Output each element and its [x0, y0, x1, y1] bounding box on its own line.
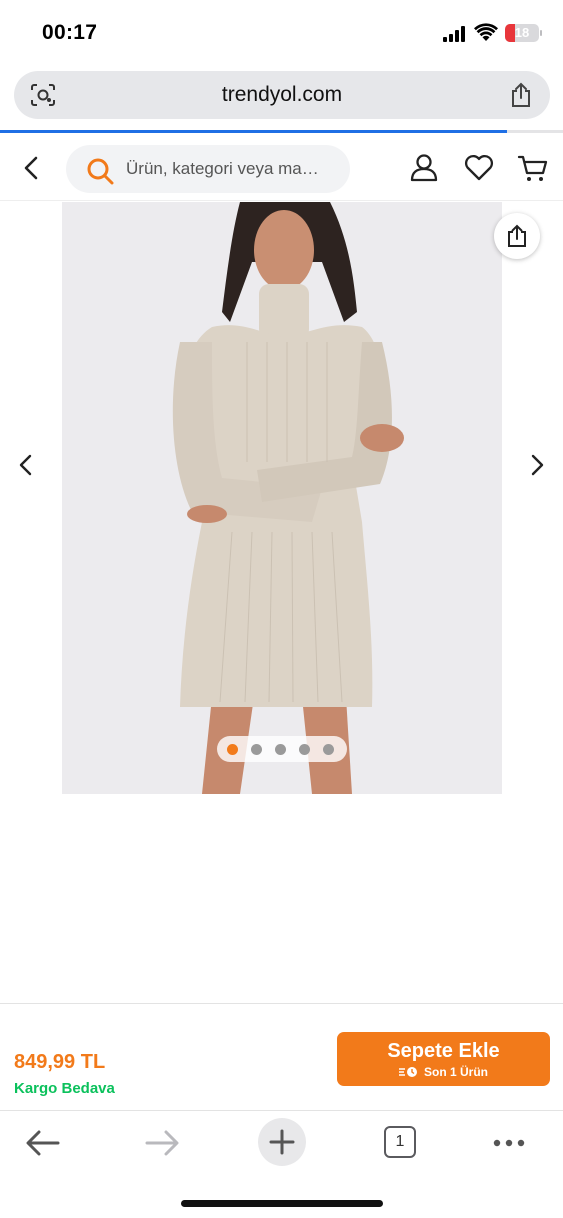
back-arrow-icon[interactable] — [18, 1124, 68, 1174]
search-icon — [87, 158, 114, 185]
gallery-dot[interactable] — [299, 744, 310, 755]
product-share-button[interactable] — [494, 213, 540, 259]
tabs-button[interactable]: 1 — [384, 1126, 416, 1158]
add-to-cart-label: Sepete Ekle — [387, 1040, 500, 1062]
stock-note: Son 1 Ürün — [337, 1065, 550, 1079]
product-price: 849,99 TL — [14, 1051, 106, 1073]
new-tab-button[interactable] — [258, 1118, 306, 1166]
gallery-dot[interactable] — [227, 744, 238, 755]
more-icon[interactable] — [486, 1124, 536, 1174]
wifi-icon — [474, 23, 498, 41]
cart-icon[interactable] — [517, 152, 549, 184]
free-shipping-label: Kargo Bedava — [14, 1080, 115, 1097]
stock-note-text: Son 1 Ürün — [423, 1065, 488, 1079]
page-load-progress — [0, 130, 563, 133]
prev-image-icon[interactable] — [14, 452, 40, 478]
status-bar: 00:17 18 — [0, 0, 563, 64]
url-text[interactable]: trendyol.com — [14, 83, 550, 107]
battery-level: 18 — [514, 25, 530, 40]
cellular-signal-icon — [443, 26, 465, 42]
product-image[interactable] — [62, 202, 502, 794]
address-bar[interactable]: trendyol.com — [14, 71, 550, 119]
page-load-progress-fill — [0, 130, 507, 133]
new-tab-plus-icon — [269, 1129, 295, 1155]
site-header: Ürün, kategori veya ma… — [0, 135, 563, 201]
share-icon[interactable] — [510, 82, 532, 108]
gallery-dot[interactable] — [275, 744, 286, 755]
home-indicator — [181, 1200, 383, 1207]
next-image-icon[interactable] — [523, 452, 549, 478]
product-gallery[interactable] — [0, 202, 563, 794]
gallery-pagination[interactable] — [217, 736, 347, 762]
gallery-dot[interactable] — [251, 744, 262, 755]
battery-indicator: 18 — [505, 24, 539, 42]
search-input[interactable]: Ürün, kategori veya ma… — [66, 145, 350, 193]
battery-tip — [540, 30, 542, 36]
clock-icon — [398, 1067, 417, 1077]
share-icon — [508, 224, 526, 247]
back-icon[interactable] — [18, 154, 46, 182]
gallery-dot[interactable] — [323, 744, 334, 755]
buy-bar: 849,99 TL Kargo Bedava Sepete Ekle Son 1… — [0, 1003, 563, 1111]
product-photo — [62, 202, 502, 794]
search-placeholder: Ürün, kategori veya ma… — [126, 159, 319, 178]
add-to-cart-button[interactable]: Sepete Ekle Son 1 Ürün — [337, 1032, 550, 1086]
forward-arrow-icon[interactable] — [137, 1124, 187, 1174]
heart-icon[interactable] — [463, 152, 495, 184]
status-time: 00:17 — [42, 21, 98, 44]
user-icon[interactable] — [408, 152, 440, 184]
